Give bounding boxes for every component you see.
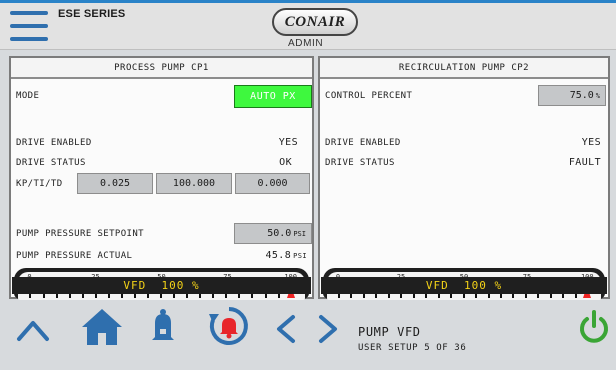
vfd-value: 100 %	[161, 279, 200, 292]
header-accent-line	[0, 0, 616, 3]
ti-input[interactable]: 100.000	[156, 173, 232, 194]
actual-unit: PSI	[293, 252, 307, 260]
kp-input[interactable]: 0.025	[77, 173, 153, 194]
recirculation-pump-panel: RECIRCULATION PUMP CP2 CONTROL PERCENT 7…	[318, 56, 610, 300]
actual-value: 45.8	[265, 250, 292, 261]
kp-ti-td-label: KP/TI/TD	[16, 179, 63, 189]
vfd-value: 100 %	[464, 279, 503, 292]
alarm-history-icon[interactable]	[208, 305, 250, 347]
user-role-label: ADMIN	[288, 38, 324, 49]
chevron-left-icon[interactable]	[274, 314, 296, 344]
home-icon[interactable]	[80, 307, 124, 347]
control-percent-unit: %	[595, 91, 600, 100]
td-input[interactable]: 0.000	[235, 173, 310, 194]
setpoint-input[interactable]: 50.0 PSI	[234, 223, 312, 244]
header-bar: ESE SERIES CONAIR ADMIN	[0, 0, 616, 50]
chevron-right-icon[interactable]	[318, 314, 340, 344]
vfd-readout-right: VFD 100 %	[321, 277, 607, 294]
drive-enabled-value: YES	[581, 137, 601, 148]
bottom-nav-bar	[0, 301, 616, 370]
drive-enabled-value: YES	[278, 137, 298, 148]
series-label: ESE SERIES	[58, 8, 126, 20]
actual-readout: 45.8 PSI	[265, 250, 307, 261]
control-percent-label: CONTROL PERCENT	[325, 91, 413, 101]
process-pump-panel: PROCESS PUMP CP1 MODE AUTO PX DRIVE ENAB…	[9, 56, 314, 300]
drive-enabled-label: DRIVE ENABLED	[325, 138, 401, 148]
setpoint-value: 50.0	[267, 228, 292, 239]
setpoint-label: PUMP PRESSURE SETPOINT	[16, 229, 145, 239]
panel-title: PROCESS PUMP CP1	[11, 58, 312, 79]
panel-title: RECIRCULATION PUMP CP2	[320, 58, 608, 79]
drive-status-label: DRIVE STATUS	[16, 158, 86, 168]
vfd-label: VFD	[123, 279, 147, 292]
mode-button[interactable]: AUTO PX	[234, 85, 312, 108]
actual-label: PUMP PRESSURE ACTUAL	[16, 251, 133, 261]
mode-label: MODE	[16, 91, 40, 101]
control-percent-input[interactable]: 75.0%	[538, 85, 606, 106]
drive-enabled-label: DRIVE ENABLED	[16, 138, 92, 148]
screen-title: PUMP VFD	[358, 325, 421, 339]
vfd-readout-left: VFD 100 %	[12, 277, 311, 294]
conair-logo: CONAIR	[272, 8, 358, 36]
power-icon[interactable]	[578, 309, 610, 345]
hamburger-menu-icon[interactable]	[10, 9, 48, 43]
control-percent-value: 75.0	[569, 90, 594, 101]
bell-icon[interactable]	[150, 307, 176, 347]
screen-subtitle: USER SETUP 5 OF 36	[358, 343, 467, 353]
setpoint-unit: PSI	[293, 229, 306, 238]
vfd-label: VFD	[425, 279, 449, 292]
chevron-up-icon[interactable]	[16, 318, 50, 342]
drive-status-value: OK	[279, 157, 292, 168]
drive-status-value: FAULT	[568, 157, 601, 168]
drive-status-label: DRIVE STATUS	[325, 158, 395, 168]
